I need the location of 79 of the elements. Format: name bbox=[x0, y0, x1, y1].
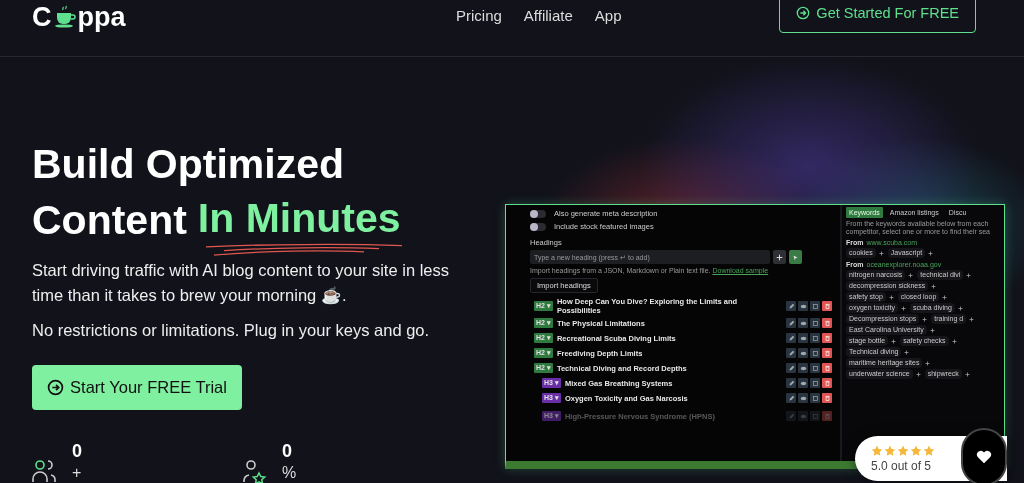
edit-icon[interactable] bbox=[786, 318, 796, 328]
toggle-switch[interactable] bbox=[530, 222, 546, 231]
edit-icon[interactable] bbox=[786, 393, 796, 403]
hero-text: No restrictions or limitations. Plug in your keys and go. bbox=[32, 320, 431, 341]
plus-icon[interactable] bbox=[888, 294, 894, 300]
nav-link[interactable]: Affiliate bbox=[523, 6, 573, 24]
edit-icon[interactable] bbox=[786, 301, 796, 311]
star-icon bbox=[910, 444, 922, 457]
cursor-button[interactable] bbox=[789, 250, 802, 264]
star-icon bbox=[923, 444, 935, 457]
free-trial-button[interactable]: Start Your FREE Trial bbox=[32, 365, 242, 410]
eye-icon[interactable] bbox=[798, 301, 808, 311]
star-icon bbox=[871, 444, 883, 457]
plus-icon[interactable] bbox=[922, 316, 928, 322]
hero-highlight: In Minutes bbox=[197, 195, 401, 242]
toggle-switch[interactable] bbox=[530, 209, 546, 218]
plus-icon bbox=[776, 253, 783, 261]
copy-icon[interactable] bbox=[810, 333, 820, 343]
delete-icon[interactable] bbox=[822, 378, 832, 388]
edit-icon[interactable] bbox=[786, 333, 796, 343]
plus-icon[interactable] bbox=[928, 250, 934, 256]
eye-icon[interactable] bbox=[798, 333, 808, 343]
get-started-button[interactable]: Get Started For FREE bbox=[779, 0, 976, 33]
logo[interactable]: C ppa bbox=[32, 1, 282, 33]
user-star-icon bbox=[242, 458, 268, 483]
heart-button[interactable] bbox=[961, 428, 1007, 483]
heart-icon bbox=[975, 448, 993, 466]
plus-icon[interactable] bbox=[969, 316, 975, 322]
star-icon bbox=[897, 444, 909, 457]
plus-icon[interactable] bbox=[929, 327, 935, 333]
edit-icon[interactable] bbox=[786, 363, 796, 373]
add-button[interactable] bbox=[773, 250, 786, 264]
star-icon bbox=[884, 444, 896, 457]
plus-icon[interactable] bbox=[964, 371, 970, 377]
plus-icon[interactable] bbox=[908, 272, 914, 278]
stat-suffix: % bbox=[282, 463, 297, 483]
delete-icon[interactable] bbox=[822, 301, 832, 311]
plus-icon[interactable] bbox=[931, 283, 937, 289]
plus-icon[interactable] bbox=[966, 272, 972, 278]
copy-icon[interactable] bbox=[810, 348, 820, 358]
plus-icon[interactable] bbox=[900, 305, 906, 311]
hero-title: Content bbox=[32, 196, 187, 245]
eye-icon[interactable] bbox=[798, 348, 808, 358]
plus-icon[interactable] bbox=[951, 338, 957, 344]
cursor-icon bbox=[792, 253, 799, 261]
arrow-circle-icon bbox=[47, 379, 65, 396]
delete-icon[interactable] bbox=[822, 363, 832, 373]
delete-icon[interactable] bbox=[822, 318, 832, 328]
plus-icon[interactable] bbox=[915, 371, 921, 377]
eye-icon[interactable] bbox=[798, 393, 808, 403]
plus-icon[interactable] bbox=[904, 349, 910, 355]
edit-icon[interactable] bbox=[786, 378, 796, 388]
copy-icon[interactable] bbox=[810, 301, 820, 311]
copy-icon[interactable] bbox=[810, 318, 820, 328]
stat-value: 0 bbox=[282, 440, 294, 462]
hero-title: Build Optimized bbox=[32, 140, 346, 189]
stat-suffix: + bbox=[72, 463, 82, 483]
delete-icon[interactable] bbox=[822, 333, 832, 343]
eye-icon[interactable] bbox=[798, 318, 808, 328]
delete-icon[interactable] bbox=[822, 348, 832, 358]
eye-icon[interactable] bbox=[798, 378, 808, 388]
copy-icon[interactable] bbox=[810, 378, 820, 388]
plus-icon[interactable] bbox=[942, 294, 948, 300]
stat-value: 0 bbox=[72, 440, 82, 462]
nav-link[interactable]: App bbox=[594, 6, 622, 24]
plus-icon[interactable] bbox=[891, 338, 897, 344]
arrow-circle-icon bbox=[796, 6, 811, 20]
users-icon bbox=[32, 458, 58, 483]
plus-icon[interactable] bbox=[925, 360, 931, 366]
rating-text: 5.0 out of 5 bbox=[871, 458, 933, 473]
hero-text: Start driving traffic with AI blog content to your site in less time than it takes to brew your morning ☕. bbox=[32, 260, 450, 306]
nav-link[interactable]: Pricing bbox=[456, 6, 502, 24]
plus-icon[interactable] bbox=[957, 305, 963, 311]
delete-icon[interactable] bbox=[822, 393, 832, 403]
eye-icon[interactable] bbox=[798, 363, 808, 373]
copy-icon[interactable] bbox=[810, 363, 820, 373]
plus-icon[interactable] bbox=[878, 250, 884, 256]
edit-icon[interactable] bbox=[786, 348, 796, 358]
copy-icon[interactable] bbox=[810, 393, 820, 403]
